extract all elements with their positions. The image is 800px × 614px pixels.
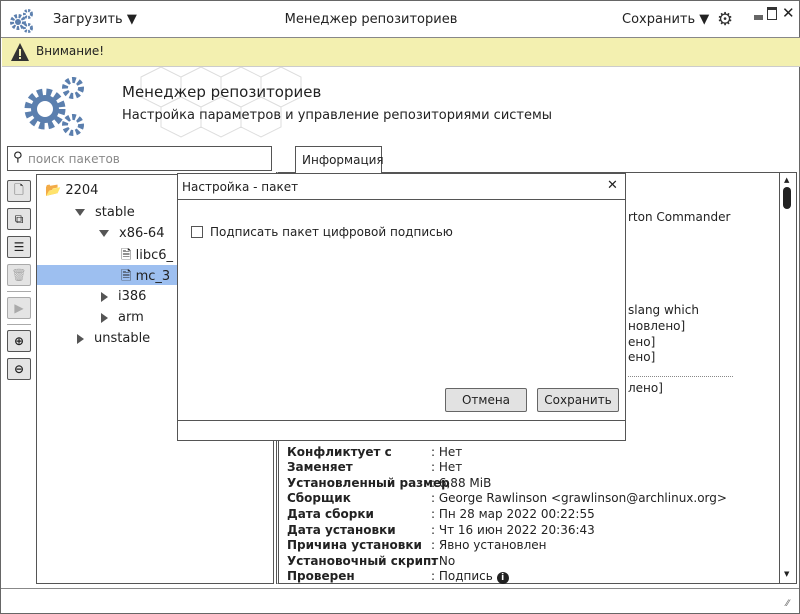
app-window: Загрузить ▼ Менеджер репозиториев Сохран… bbox=[0, 0, 800, 614]
minus-circle-icon: ⊖ bbox=[13, 362, 25, 376]
tab-information-label: Информация bbox=[302, 153, 384, 167]
search-placeholder: поиск пакетов bbox=[28, 152, 120, 166]
caret-right-icon bbox=[101, 291, 108, 302]
tree-item-arm[interactable]: arm bbox=[101, 310, 144, 325]
info-fragment: slang which bbox=[628, 303, 699, 317]
info-row: Причина установки: Явно установлен bbox=[287, 538, 547, 552]
dialog-title: Настройка - пакет bbox=[182, 180, 299, 194]
info-fragment: rton Commander bbox=[628, 210, 731, 224]
tab-information[interactable]: Информация bbox=[295, 146, 384, 173]
save-button[interactable]: Сохранить bbox=[537, 388, 619, 412]
caret-right-icon bbox=[101, 312, 108, 323]
info-row: Конфликтует с: Нет bbox=[287, 445, 463, 459]
plus-circle-icon: ⊕ bbox=[13, 334, 25, 348]
minimize-icon[interactable] bbox=[754, 15, 763, 20]
save-menu-label: Сохранить bbox=[622, 12, 696, 27]
settings-dialog: Настройка - пакет ✕ Подписать пакет цифр… bbox=[177, 173, 626, 441]
info-separator bbox=[628, 376, 733, 377]
tree-item-mc[interactable]: 🗎 mc_3 bbox=[121, 267, 170, 289]
search-icon: ⚲ bbox=[13, 150, 23, 165]
file-icon: 🗋 bbox=[14, 182, 24, 197]
scrollbar-thumb[interactable] bbox=[783, 187, 791, 209]
search-input[interactable]: ⚲ поиск пакетов bbox=[7, 146, 272, 171]
sliders-icon: ☰ bbox=[13, 240, 25, 254]
toolbar-divider bbox=[7, 291, 31, 292]
info-row: Дата сборки: Пн 28 мар 2022 00:22:55 bbox=[287, 507, 595, 521]
info-icon[interactable]: i bbox=[496, 572, 509, 584]
info-fragment: лено] bbox=[628, 381, 663, 395]
dialog-footer-divider bbox=[178, 420, 625, 421]
run-button[interactable]: ▶ bbox=[7, 297, 31, 319]
play-icon: ▶ bbox=[14, 301, 24, 315]
caret-right-icon bbox=[77, 333, 84, 344]
caret-down-icon bbox=[75, 209, 85, 216]
warning-icon bbox=[11, 43, 29, 61]
document-icon: 🗎 bbox=[121, 269, 132, 284]
info-row: Сборщик: George Rawlinson <grawlinson@ar… bbox=[287, 491, 727, 505]
info-fragment: ено] bbox=[628, 335, 656, 349]
warning-bar: Внимание! bbox=[2, 38, 800, 67]
trash-icon: 🗑 bbox=[11, 268, 27, 282]
info-row: Проверен: Подпись i bbox=[287, 569, 509, 584]
settings-button[interactable]: ☰ bbox=[7, 236, 31, 258]
external-link-icon: ⧉ bbox=[14, 211, 24, 226]
remove-button[interactable]: ⊖ bbox=[7, 358, 31, 380]
scrollbar[interactable]: ▲ ▼ bbox=[779, 173, 795, 583]
page-subtitle: Настройка параметров и управление репози… bbox=[122, 108, 553, 123]
gear-icon[interactable]: ⚙ bbox=[717, 9, 733, 30]
resize-grip-icon[interactable]: ⁄⁄ bbox=[786, 599, 789, 609]
header-gears-icon bbox=[24, 77, 84, 136]
close-icon[interactable]: ✕ bbox=[782, 4, 795, 22]
scroll-down-icon[interactable]: ▼ bbox=[784, 570, 789, 578]
toolbar-divider bbox=[7, 324, 31, 325]
info-fragment: новлено] bbox=[628, 319, 686, 333]
dialog-close-icon[interactable]: ✕ bbox=[607, 178, 618, 193]
info-fragment: ено] bbox=[628, 350, 656, 364]
cancel-button[interactable]: Отмена bbox=[445, 388, 527, 412]
sign-package-checkbox[interactable] bbox=[191, 226, 203, 238]
tree-item-stable[interactable]: stable bbox=[75, 205, 135, 220]
page-title: Менеджер репозиториев bbox=[122, 83, 322, 101]
open-external-button[interactable]: ⧉ bbox=[7, 208, 31, 230]
maximize-icon[interactable] bbox=[767, 7, 777, 20]
dialog-titlebar: Настройка - пакет ✕ bbox=[178, 174, 625, 200]
tree-item-x86-64[interactable]: x86-64 bbox=[99, 226, 164, 241]
delete-button[interactable]: 🗑 bbox=[7, 264, 31, 286]
new-file-button[interactable]: 🗋 bbox=[7, 180, 31, 202]
scroll-up-icon[interactable]: ▲ bbox=[784, 176, 789, 184]
folder-open-icon: 📂 bbox=[45, 183, 62, 198]
add-button[interactable]: ⊕ bbox=[7, 330, 31, 352]
title-bar: Загрузить ▼ Менеджер репозиториев Сохран… bbox=[1, 1, 800, 38]
save-menu[interactable]: Сохранить ▼ bbox=[622, 12, 709, 27]
document-icon: 🗎 bbox=[121, 248, 132, 263]
warning-text: Внимание! bbox=[36, 44, 105, 58]
tree-item-i386[interactable]: i386 bbox=[101, 289, 146, 304]
tree-item-root[interactable]: 📂 2204 bbox=[45, 183, 98, 198]
status-bar bbox=[1, 588, 799, 589]
info-row: Установленный размер: 6,88 MiB bbox=[287, 476, 492, 490]
sign-package-label[interactable]: Подписать пакет цифровой подписью bbox=[210, 225, 453, 239]
chevron-down-icon: ▼ bbox=[699, 12, 710, 27]
info-row: Заменяет: Нет bbox=[287, 460, 463, 474]
caret-down-icon bbox=[99, 230, 109, 237]
info-row: Дата установки: Чт 16 июн 2022 20:36:43 bbox=[287, 523, 595, 537]
info-row: Установочный скрипт: No bbox=[287, 554, 456, 568]
tree-item-unstable[interactable]: unstable bbox=[77, 331, 150, 346]
hexagon-pattern bbox=[140, 67, 302, 138]
